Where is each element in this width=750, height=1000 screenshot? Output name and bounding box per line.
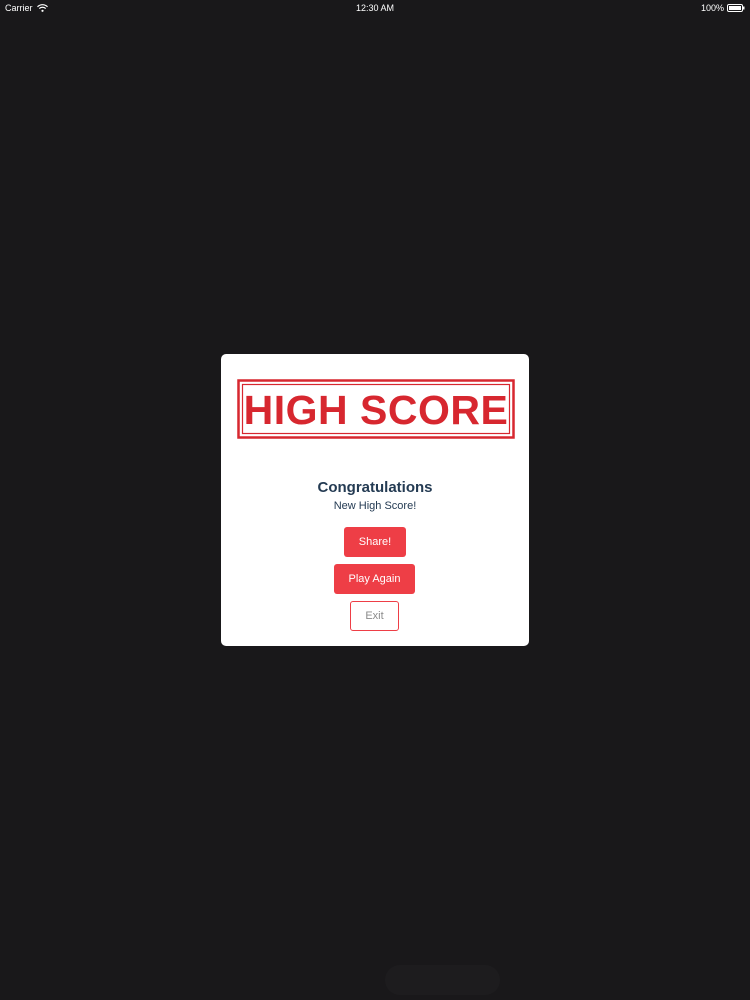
share-button[interactable]: Share!: [344, 527, 406, 557]
high-score-dialog: HIGH SCORE Congratulations New High Scor…: [221, 354, 529, 646]
play-again-button[interactable]: Play Again: [334, 564, 415, 594]
home-indicator: [385, 965, 500, 995]
dialog-subtitle: New High Score!: [333, 500, 417, 512]
dialog-title: Congratulations: [317, 479, 433, 496]
status-bar: Carrier 12:30 AM 100%: [0, 0, 750, 16]
battery-percent: 100%: [700, 3, 724, 13]
status-time: 12:30 AM: [355, 3, 395, 13]
stamp-text: HIGH SCORE: [244, 387, 509, 433]
exit-button[interactable]: Exit: [350, 601, 399, 631]
battery-icon: [727, 4, 745, 12]
status-right: 100%: [701, 3, 745, 13]
high-score-stamp: HIGH SCORE: [237, 379, 515, 439]
